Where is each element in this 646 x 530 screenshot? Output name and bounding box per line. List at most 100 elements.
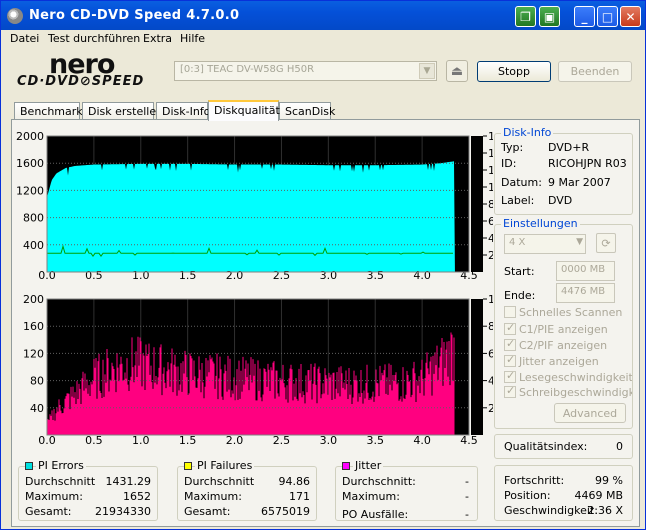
quality-index-group: Qualitätsindex: 0 [494, 434, 633, 459]
y-right-tick-label: 10 [488, 293, 493, 306]
c1-pie-label: C1/PIE anzeigen [519, 323, 608, 336]
y-right-tick-label: 10 [488, 181, 493, 194]
c2-pif-checkbox[interactable]: C2/PIF anzeigen [504, 337, 607, 352]
tab-benchmark[interactable]: Benchmark [14, 102, 83, 120]
fast-scan-label: Schnelles Scannen [519, 306, 623, 319]
copy-icon[interactable]: ❐ [515, 6, 536, 27]
jitter-checkbox[interactable]: Jitter anzeigen [504, 353, 599, 368]
disk-type-label: Typ: [501, 141, 524, 154]
quality-index-label: Qualitätsindex: [504, 440, 588, 453]
quality-index-value: 0 [616, 440, 623, 453]
settings-group: Einstellungen 4 X ▼ ⟳ Start: 0000 MB End… [494, 217, 633, 429]
checkbox-box [504, 321, 516, 335]
fast-scan-checkbox[interactable]: Schnelles Scannen [504, 306, 622, 319]
pi-errors-max-label: Maximum: [25, 490, 83, 503]
x-tick-label: 3.0 [320, 434, 338, 447]
checkbox-box [504, 337, 516, 351]
stop-button[interactable]: Stopp [477, 61, 551, 82]
minimize-button[interactable]: _ [574, 6, 595, 27]
menu-hilfe[interactable]: Hilfe [180, 32, 205, 45]
end-button[interactable]: Beenden [558, 61, 632, 82]
y-right-tick-label: 14 [488, 147, 493, 160]
c1-pie-checkbox[interactable]: C1/PIE anzeigen [504, 321, 608, 336]
menu-extra[interactable]: Extra [143, 32, 172, 45]
chevron-down-icon: ▼ [576, 237, 583, 247]
speed-select[interactable]: 4 X ▼ [504, 234, 586, 254]
pi-errors-area [47, 161, 455, 272]
pi-failures-total-label: Gesamt: [184, 505, 231, 518]
po-failures-label: PO Ausfälle: [342, 508, 409, 521]
maximize-button[interactable]: □ [597, 6, 618, 27]
menu-test[interactable]: Test durchführen [48, 32, 140, 45]
checkbox-box [504, 371, 516, 383]
progress-value: 99 % [595, 474, 623, 487]
x-tick-label: 1.0 [132, 434, 150, 447]
tab-scandisk[interactable]: ScanDisk [279, 102, 335, 120]
y-right-tick-label: 4 [488, 375, 493, 388]
y-right-tick-label: 6 [488, 347, 493, 360]
tab-disk-info[interactable]: Disk-Info [156, 102, 210, 120]
jitter-max-value: - [465, 490, 469, 503]
disk-type-value: DVD+R [548, 141, 590, 154]
disk-label-value: DVD [548, 194, 573, 207]
x-tick-label: 0.5 [85, 269, 103, 282]
x-tick-label: 3.5 [366, 269, 384, 282]
y-right-tick-label: 12 [488, 164, 493, 177]
pi-failures-max-label: Maximum: [184, 490, 242, 503]
end-input[interactable]: 4476 MB [556, 283, 615, 303]
eject-icon[interactable]: ⏏ [446, 60, 468, 82]
pi-errors-stats: PI Errors Durchschnitt 1431.29 Maximum: … [18, 459, 158, 521]
y-left-tick-label: 40 [30, 402, 44, 415]
write-speed-checkbox[interactable]: Schreibgeschwindigkei [504, 386, 632, 399]
pi-failures-avg-label: Durchschnitt [184, 475, 255, 488]
pi-errors-avg-label: Durchschnitt [25, 475, 96, 488]
chevron-down-icon[interactable]: ▼ [419, 63, 435, 79]
disk-id-value: RICOHJPN R03 [548, 157, 627, 170]
progress-label: Fortschritt: [504, 474, 565, 487]
refresh-icon[interactable]: ⟳ [596, 233, 616, 253]
pi-errors-chart: 2000160012008004001614121086420.00.51.01… [16, 130, 493, 282]
title-bar[interactable]: Nero CD-DVD Speed 4.7.0.0 ❐ ▣ _ □ ✕ [1, 1, 645, 30]
x-tick-label: 2.5 [273, 434, 291, 447]
position-label: Position: [504, 489, 551, 502]
right-axis-strip [471, 299, 483, 435]
pi-errors-total-label: Gesamt: [25, 505, 72, 518]
start-label: Start: [504, 265, 535, 278]
jitter-stats: Jitter Durchschnitt: - Maximum: - PO Aus… [335, 459, 478, 521]
y-left-tick-label: 200 [23, 293, 44, 306]
drive-select[interactable]: [0:3] TEAC DV-W58G H50R ▼ [174, 61, 437, 81]
right-axis-strip [471, 136, 483, 272]
pi-failures-swatch [184, 462, 192, 470]
speed-select-value: 4 X [509, 237, 526, 248]
x-tick-label: 3.5 [366, 434, 384, 447]
x-tick-label: 2.5 [273, 269, 291, 282]
tab-diskqualitaet[interactable]: Diskqualität [208, 100, 280, 121]
save-icon[interactable]: ▣ [539, 6, 560, 27]
read-speed-checkbox[interactable]: Lesegeschwindigkeit a [504, 371, 632, 384]
y-right-tick-label: 2 [488, 402, 493, 415]
y-left-tick-label: 1600 [16, 157, 44, 170]
pi-failures-max-value: 171 [289, 490, 310, 503]
y-right-tick-label: 4 [488, 232, 493, 245]
close-button[interactable]: ✕ [620, 6, 641, 27]
cd-dvd-speed-logo: CD·DVD⊘SPEED [17, 74, 145, 89]
x-tick-label: 4.0 [413, 434, 431, 447]
x-tick-label: 4.5 [460, 434, 478, 447]
pi-errors-title: PI Errors [36, 459, 86, 472]
pi-failures-avg-value: 94.86 [278, 475, 311, 488]
menu-datei[interactable]: Datei [10, 32, 39, 45]
jitter-title: Jitter [353, 459, 384, 472]
y-right-tick-label: 8 [488, 320, 493, 333]
start-input[interactable]: 0000 MB [556, 261, 615, 281]
toolbar: nero CD·DVD⊘SPEED [0:3] TEAC DV-W58G H50… [1, 49, 645, 99]
disk-info-group: Disk-Info Typ: DVD+R ID: RICOHJPN R03 Da… [494, 126, 633, 215]
y-left-tick-label: 1200 [16, 184, 44, 197]
app-window: Nero CD-DVD Speed 4.7.0.0 ❐ ▣ _ □ ✕ Date… [0, 0, 646, 530]
jitter-avg-label: Durchschnitt: [342, 475, 416, 488]
end-label: Ende: [504, 289, 536, 302]
disk-id-label: ID: [501, 157, 517, 170]
position-value: 4469 MB [574, 489, 623, 502]
tab-disk-erstellen[interactable]: Disk erstellen [82, 102, 163, 120]
jitter-max-label: Maximum: [342, 490, 400, 503]
advanced-button[interactable]: Advanced [554, 403, 626, 423]
